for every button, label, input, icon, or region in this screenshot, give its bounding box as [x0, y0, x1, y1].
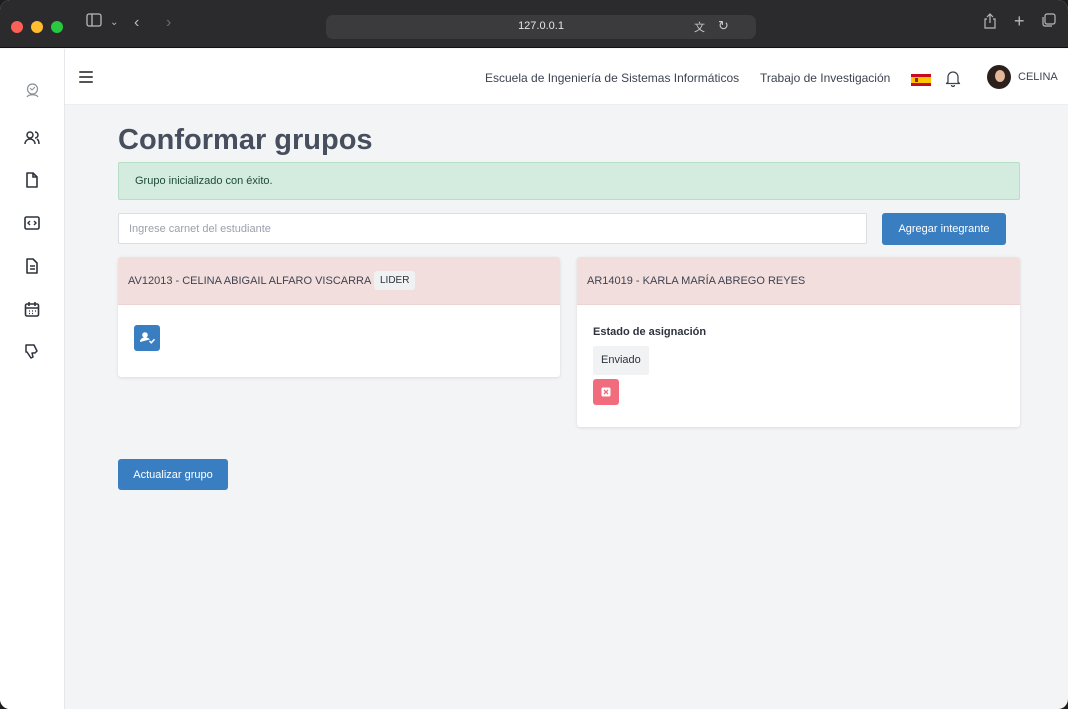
school-link[interactable]: Escuela de Ingeniería de Sistemas Inform…: [485, 71, 739, 85]
add-member-button[interactable]: Agregar integrante: [882, 213, 1006, 245]
research-link[interactable]: Trabajo de Investigación: [760, 71, 890, 85]
address-bar[interactable]: 127.0.0.1 文 ↻: [326, 15, 756, 39]
member-card-leader: AV12013 - CELINA ABIGAIL ALFARO VISCARRA…: [118, 257, 560, 377]
code-window-icon[interactable]: [23, 214, 41, 232]
translate-icon[interactable]: 文: [694, 19, 705, 35]
maximize-window-button[interactable]: [51, 21, 63, 33]
success-alert: Grupo inicializado con éxito.: [118, 162, 1020, 200]
document-icon[interactable]: [23, 257, 41, 275]
user-name[interactable]: CELINA: [1018, 71, 1058, 83]
address-url: 127.0.0.1: [518, 20, 564, 32]
sidebar: [0, 49, 65, 709]
member-label: AR14019 - KARLA MARÍA ABREGO REYES: [587, 275, 806, 287]
app-header: Escuela de Ingeniería de Sistemas Inform…: [65, 49, 1068, 105]
member-card-header: AR14019 - KARLA MARÍA ABREGO REYES: [577, 257, 1020, 305]
thumbs-down-icon[interactable]: [23, 342, 41, 360]
member-card: AR14019 - KARLA MARÍA ABREGO REYES Estad…: [577, 257, 1020, 427]
student-id-input[interactable]: [118, 213, 867, 244]
confirm-member-button[interactable]: [134, 325, 160, 351]
app-logo-icon[interactable]: [24, 82, 41, 99]
tab-overview-chevron-icon[interactable]: ⌄: [110, 13, 118, 33]
sidebar-toggle-icon[interactable]: [86, 13, 102, 33]
browser-window: ⌄ ‹ › 127.0.0.1 文 ↻ + Escuela de Ingenie…: [0, 0, 1068, 709]
status-badge: Enviado: [593, 346, 649, 375]
minimize-window-button[interactable]: [31, 21, 43, 33]
assignment-status-label: Estado de asignación: [593, 326, 707, 338]
avatar[interactable]: [987, 65, 1011, 89]
user-check-icon: [140, 332, 156, 344]
menu-icon[interactable]: [79, 71, 93, 83]
browser-toolbar: ⌄ ‹ › 127.0.0.1 文 ↻ +: [0, 0, 1068, 48]
file-icon[interactable]: [23, 171, 41, 189]
alert-message: Grupo inicializado con éxito.: [135, 175, 273, 187]
back-icon[interactable]: ‹: [134, 13, 139, 33]
member-label: AV12013 - CELINA ABIGAIL ALFARO VISCARRA: [128, 275, 372, 287]
reload-icon[interactable]: ↻: [718, 18, 729, 34]
page-title: Conformar grupos: [118, 124, 373, 156]
users-icon[interactable]: [23, 129, 41, 147]
new-tab-icon[interactable]: +: [1014, 11, 1025, 31]
forward-icon[interactable]: ›: [166, 13, 171, 33]
calendar-icon[interactable]: [23, 300, 41, 318]
remove-member-button[interactable]: [593, 379, 619, 405]
close-square-icon: [601, 387, 611, 397]
close-window-button[interactable]: [11, 21, 23, 33]
tab-overview-icon[interactable]: [1042, 13, 1056, 33]
leader-badge: LIDER: [374, 271, 416, 290]
share-icon[interactable]: [983, 13, 997, 35]
member-card-header: AV12013 - CELINA ABIGAIL ALFARO VISCARRA…: [118, 257, 560, 305]
update-group-button[interactable]: Actualizar grupo: [118, 459, 228, 490]
bell-icon[interactable]: [945, 69, 961, 87]
spain-flag-icon[interactable]: [911, 74, 931, 86]
